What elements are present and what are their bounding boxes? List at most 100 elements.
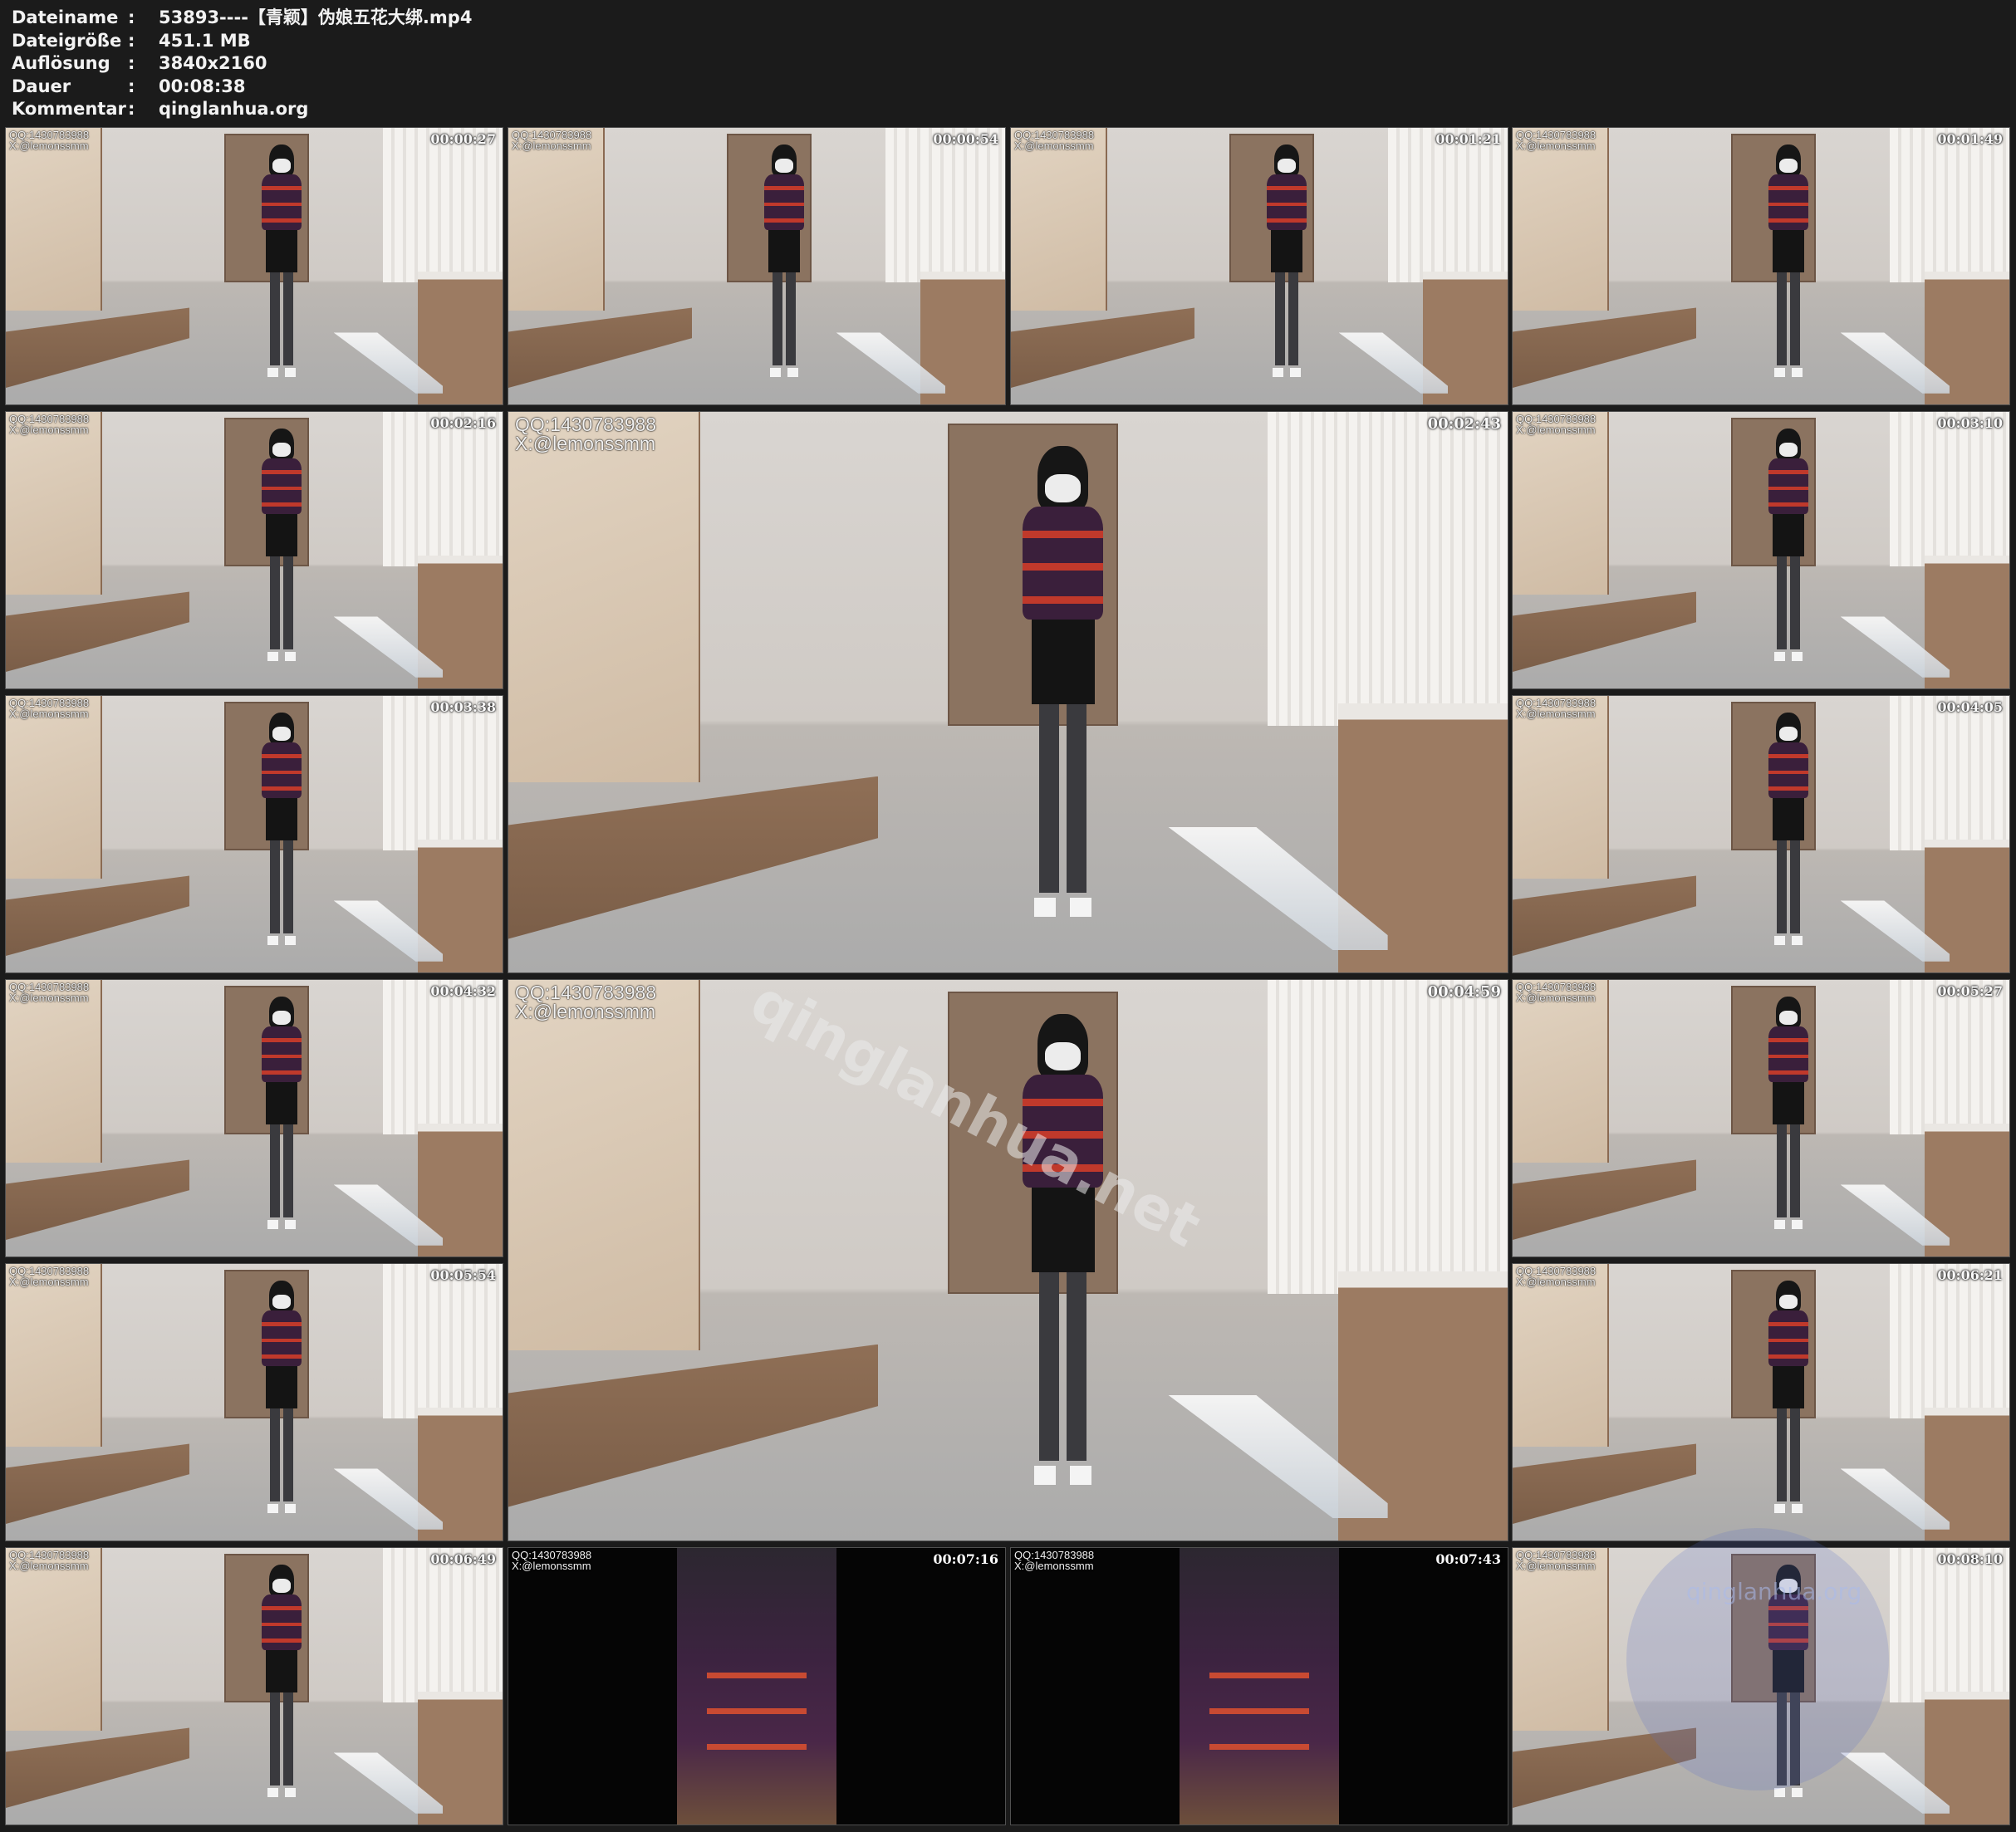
video-frame-thumbnail[interactable]: QQ:1430783988 X:@lemonssmm 00:04:05 xyxy=(1512,695,2010,973)
rope-band xyxy=(1768,218,1809,223)
frame-watermark: QQ:1430783988 X:@lemonssmm xyxy=(1516,698,1596,720)
frame-timecode: 00:01:21 xyxy=(1435,131,1501,147)
rope-band xyxy=(707,1672,807,1678)
rope-band xyxy=(763,186,805,190)
face-mask xyxy=(1044,473,1082,502)
video-frame-thumbnail[interactable]: QQ:1430783988 X:@lemonssmm 00:06:21 xyxy=(1512,1263,2010,1541)
frame-timecode: 00:08:10 xyxy=(1937,1551,2003,1567)
video-frame-thumbnail[interactable]: QQ:1430783988 X:@lemonssmm 00:03:10 xyxy=(1512,411,2010,689)
desk xyxy=(1513,1443,1697,1525)
face-mask xyxy=(272,158,291,173)
frame-timecode: 00:00:54 xyxy=(933,131,998,147)
frame-scene xyxy=(677,1548,836,1825)
curtain xyxy=(383,412,503,567)
watermark-line: QQ:1430783988 xyxy=(1516,1549,1597,1561)
desk xyxy=(1011,307,1195,389)
frame-watermark: QQ:1430783988 X:@lemonssmm xyxy=(1516,414,1596,436)
desk xyxy=(6,591,190,673)
frame-timecode: 00:06:49 xyxy=(430,1551,496,1567)
video-frame-thumbnail[interactable]: QQ:1430783988 X:@lemonssmm 00:05:27 xyxy=(1512,979,2010,1257)
desk xyxy=(1513,1159,1697,1241)
face-mask xyxy=(1779,726,1798,741)
frame-watermark: QQ:1430783988 X:@lemonssmm xyxy=(1516,1266,1596,1288)
person-legs xyxy=(269,272,293,365)
wall-painting xyxy=(508,128,605,311)
rope-band xyxy=(1768,186,1809,190)
watermark-line: QQ:1430783988 xyxy=(1516,981,1597,993)
person-figure xyxy=(259,428,304,661)
video-frame-thumbnail[interactable]: QQ:1430783988 X:@lemonssmm 00:05:54 xyxy=(5,1263,503,1541)
watermark-line: X:@lemonssmm xyxy=(512,1560,591,1573)
watermark-line: QQ:1430783988 xyxy=(9,981,90,993)
video-frame-thumbnail[interactable]: QQ:1430783988 X:@lemonssmm 00:04:32 xyxy=(5,979,503,1257)
video-frame-thumbnail[interactable]: QQ:1430783988 X:@lemonssmm 00:07:43 xyxy=(1010,1547,1508,1825)
curtain xyxy=(383,696,503,851)
rope-band xyxy=(1266,202,1307,207)
rope-band xyxy=(763,218,805,223)
rope-band xyxy=(261,1622,302,1627)
video-frame-thumbnail[interactable]: QQ:1430783988 X:@lemonssmm 00:03:38 xyxy=(5,695,503,973)
person-figure xyxy=(1766,712,1811,945)
face-mask xyxy=(272,1578,291,1593)
person-shoes xyxy=(267,1219,297,1229)
wall-painting xyxy=(6,980,102,1163)
person-skirt xyxy=(1773,1082,1804,1124)
frame-watermark: QQ:1430783988 X:@lemonssmm xyxy=(1516,1550,1596,1572)
watermark-line: QQ:1430783988 xyxy=(1516,413,1597,425)
person-skirt xyxy=(768,230,800,272)
face-mask xyxy=(1779,1294,1798,1309)
frame-timecode: 00:05:54 xyxy=(430,1267,496,1283)
frame-watermark: QQ:1430783988 X:@lemonssmm xyxy=(9,130,89,152)
frame-timecode: 00:07:43 xyxy=(1435,1551,1501,1567)
person-shoes xyxy=(1034,1465,1092,1485)
rope-band xyxy=(261,770,302,775)
curtain xyxy=(885,128,1005,283)
frame-timecode: 00:00:27 xyxy=(430,131,496,147)
frame-scene xyxy=(1180,1548,1339,1825)
person-legs xyxy=(1776,1124,1800,1217)
rope-band xyxy=(261,486,302,491)
video-frame-thumbnail[interactable]: QQ:1430783988 X:@lemonssmm 00:04:59 xyxy=(508,979,1508,1541)
desk xyxy=(6,1443,190,1525)
video-frame-thumbnail[interactable]: QQ:1430783988 X:@lemonssmm 00:07:16 xyxy=(508,1547,1006,1825)
watermark-line: QQ:1430783988 xyxy=(515,982,657,1003)
frame-watermark: QQ:1430783988 X:@lemonssmm xyxy=(1516,130,1596,152)
watermark-line: X:@lemonssmm xyxy=(515,1001,656,1023)
rope-band xyxy=(1768,786,1809,791)
video-frame-thumbnail[interactable]: QQ:1430783988 X:@lemonssmm 00:01:49 xyxy=(1512,127,2010,405)
person-figure xyxy=(259,712,304,945)
person-legs xyxy=(1039,704,1086,894)
rope-band xyxy=(707,1744,807,1751)
rope-band xyxy=(261,202,302,207)
video-frame-thumbnail[interactable]: QQ:1430783988 X:@lemonssmm 00:00:54 xyxy=(508,127,1006,405)
wall-painting xyxy=(1513,1548,1609,1731)
rope-band xyxy=(261,1054,302,1059)
face-mask xyxy=(1044,1041,1082,1070)
watermark-line: X:@lemonssmm xyxy=(9,1560,89,1573)
rope-band xyxy=(261,1354,302,1359)
rope-band xyxy=(261,1639,302,1643)
curtain xyxy=(1890,1548,2009,1703)
video-frame-thumbnail[interactable]: QQ:1430783988 X:@lemonssmm 00:02:43 xyxy=(508,411,1508,973)
rope-band xyxy=(1022,595,1104,604)
person-shoes xyxy=(267,935,297,945)
video-frame-thumbnail[interactable]: QQ:1430783988 X:@lemonssmm 00:06:49 xyxy=(5,1547,503,1825)
rope-band xyxy=(1209,1708,1309,1714)
person-legs xyxy=(1776,1408,1800,1501)
corner-badge xyxy=(1626,1528,1889,1790)
video-frame-thumbnail[interactable]: QQ:1430783988 X:@lemonssmm 00:00:27 xyxy=(5,127,503,405)
frame-timecode: 00:03:10 xyxy=(1937,415,2003,431)
video-frame-thumbnail[interactable]: QQ:1430783988 X:@lemonssmm 00:01:21 xyxy=(1010,127,1508,405)
person-legs xyxy=(269,840,293,933)
person-figure xyxy=(1766,1280,1811,1513)
person-legs xyxy=(1274,272,1298,365)
watermark-line: QQ:1430783988 xyxy=(1516,697,1597,709)
person-figure xyxy=(1264,144,1309,377)
frame-timecode: 00:03:38 xyxy=(430,699,496,715)
wall-painting xyxy=(6,128,102,311)
rope-band xyxy=(1768,470,1809,474)
watermark-line: X:@lemonssmm xyxy=(9,1276,89,1289)
rope-band xyxy=(261,1070,302,1075)
video-frame-thumbnail[interactable]: QQ:1430783988 X:@lemonssmm 00:02:16 xyxy=(5,411,503,689)
frame-timecode: 00:06:21 xyxy=(1937,1267,2003,1283)
